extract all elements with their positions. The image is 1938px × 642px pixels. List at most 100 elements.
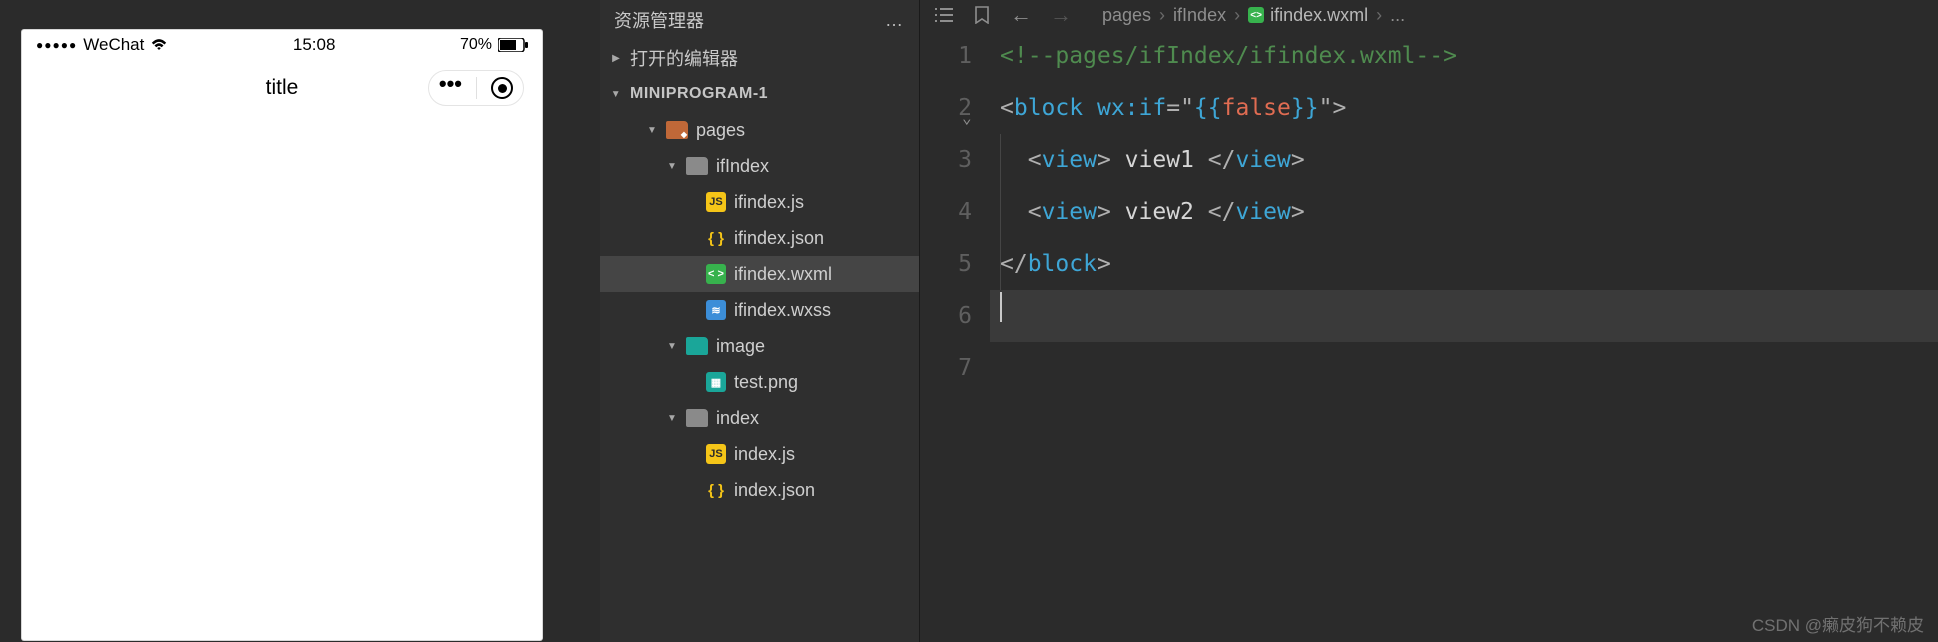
text-cursor (1000, 292, 1002, 322)
js-icon: JS (706, 444, 726, 464)
wxml-icon: < > (706, 264, 726, 284)
watermark-label: CSDN @癞皮狗不赖皮 (1752, 611, 1924, 636)
indent-guide (1000, 134, 1001, 290)
simulator-panel: ●●●●● WeChat 15:08 70% title ••• (0, 0, 600, 642)
tree-item-label: index.json (734, 480, 815, 501)
editor-top-bar: ← → pages › ifIndex › <> ifindex.wxml › … (920, 0, 1938, 30)
code-line[interactable]: </block> (990, 238, 1938, 290)
chevron-down-icon (646, 122, 658, 136)
wxml-file-icon: <> (1248, 7, 1264, 23)
line-number: 1 (920, 30, 972, 82)
file-tree: pages ifIndex JS ifindex.js { } ifindex.json <… (600, 112, 919, 508)
code-line[interactable] (990, 290, 1938, 342)
breadcrumb-seg[interactable]: pages (1102, 5, 1151, 26)
png-icon: ▦ (706, 372, 726, 392)
tree-item-label: ifindex.js (734, 192, 804, 213)
signal-dots-icon: ●●●●● (36, 38, 77, 52)
tree-item-label: index.js (734, 444, 795, 465)
tree-file[interactable]: ▦ test.png (600, 364, 919, 400)
code-lines[interactable]: ⌄ <!--pages/ifIndex/ifindex.wxml--> <blo… (990, 30, 1938, 642)
line-number-gutter: 1234567 (920, 30, 990, 642)
bookmark-icon[interactable] (972, 6, 992, 24)
battery-icon (498, 38, 528, 52)
code-line[interactable] (990, 342, 1938, 394)
tree-item-label: pages (696, 120, 745, 141)
chevron-down-icon (666, 410, 678, 424)
tree-item-label: index (716, 408, 759, 429)
line-number: 6 (920, 290, 972, 342)
line-number: 7 (920, 342, 972, 394)
tree-file[interactable]: JS index.js (600, 436, 919, 472)
wifi-icon (150, 38, 168, 52)
navigation-bar: title ••• (22, 60, 542, 116)
fold-chevron-down-icon[interactable]: ⌄ (962, 92, 972, 144)
folder-grey-icon (686, 409, 708, 427)
breadcrumb-file-label: ifindex.wxml (1270, 5, 1368, 26)
open-editors-label: 打开的编辑器 (630, 45, 738, 71)
simulator-device: ●●●●● WeChat 15:08 70% title ••• (22, 30, 542, 640)
tree-file[interactable]: JS ifindex.js (600, 184, 919, 220)
battery-pct-label: 70% (460, 36, 492, 54)
page-title: title (266, 76, 299, 100)
chevron-right-icon: › (1159, 5, 1165, 26)
js-icon: JS (706, 192, 726, 212)
code-area[interactable]: 1234567 ⌄ <!--pages/ifIndex/ifindex.wxml… (920, 30, 1938, 642)
explorer-panel: 资源管理器 … 打开的编辑器 MINIPROGRAM-1 pages ifInde… (600, 0, 920, 642)
tree-folder[interactable]: index (600, 400, 919, 436)
project-root-label: MINIPROGRAM-1 (630, 85, 768, 103)
code-line[interactable]: <!--pages/ifIndex/ifindex.wxml--> (990, 30, 1938, 82)
carrier-label: WeChat (83, 35, 144, 55)
breadcrumb-file[interactable]: <> ifindex.wxml (1248, 5, 1368, 26)
tree-folder[interactable]: ifIndex (600, 148, 919, 184)
tree-item-label: ifindex.wxml (734, 264, 832, 285)
explorer-more-icon[interactable]: … (885, 10, 905, 31)
tree-file[interactable]: ≋ ifindex.wxss (600, 292, 919, 328)
capsule-menu-icon[interactable]: ••• (439, 82, 462, 86)
tree-folder[interactable]: pages (600, 112, 919, 148)
chevron-right-icon (610, 50, 622, 64)
line-number: 5 (920, 238, 972, 290)
tree-file[interactable]: { } index.json (600, 472, 919, 508)
capsule-divider (476, 77, 477, 99)
tree-item-label: ifindex.json (734, 228, 824, 249)
explorer-title: 资源管理器 (614, 7, 704, 33)
tree-item-label: ifIndex (716, 156, 769, 177)
tree-item-label: image (716, 336, 765, 357)
code-line[interactable]: <view> view2 </view> (990, 186, 1938, 238)
json-icon: { } (706, 228, 726, 248)
chevron-down-icon (666, 158, 678, 172)
folder-red-icon (666, 121, 688, 139)
project-root-section[interactable]: MINIPROGRAM-1 (600, 76, 919, 112)
tree-file[interactable]: { } ifindex.json (600, 220, 919, 256)
status-bar: ●●●●● WeChat 15:08 70% (22, 30, 542, 60)
code-line[interactable]: <block wx:if="{{false}}"> (990, 82, 1938, 134)
folder-grey-icon (686, 157, 708, 175)
clock-label: 15:08 (293, 35, 336, 55)
json-icon: { } (706, 480, 726, 500)
breadcrumb[interactable]: pages › ifIndex › <> ifindex.wxml › ... (1102, 5, 1405, 26)
chevron-down-icon (610, 86, 622, 100)
explorer-header: 资源管理器 … (600, 0, 919, 40)
nav-forward-icon[interactable]: → (1050, 2, 1072, 28)
breadcrumb-tail: ... (1390, 5, 1405, 26)
wxss-icon: ≋ (706, 300, 726, 320)
code-line[interactable]: <view> view1 </view> (990, 134, 1938, 186)
folder-img-icon (686, 337, 708, 355)
tree-file[interactable]: < > ifindex.wxml (600, 256, 919, 292)
editor-panel: ← → pages › ifIndex › <> ifindex.wxml › … (920, 0, 1938, 642)
tree-item-label: ifindex.wxss (734, 300, 831, 321)
list-icon[interactable] (934, 8, 954, 22)
breadcrumb-seg[interactable]: ifIndex (1173, 5, 1226, 26)
chevron-down-icon (666, 338, 678, 352)
chevron-right-icon: › (1234, 5, 1240, 26)
status-left: ●●●●● WeChat (36, 35, 168, 55)
nav-back-icon[interactable]: ← (1010, 2, 1032, 28)
open-editors-section[interactable]: 打开的编辑器 (600, 40, 919, 76)
capsule-button[interactable]: ••• (428, 70, 524, 106)
tree-folder[interactable]: image (600, 328, 919, 364)
capsule-close-icon[interactable] (491, 77, 513, 99)
line-number: 4 (920, 186, 972, 238)
chevron-right-icon: › (1376, 5, 1382, 26)
status-right: 70% (460, 36, 528, 54)
tree-item-label: test.png (734, 372, 798, 393)
